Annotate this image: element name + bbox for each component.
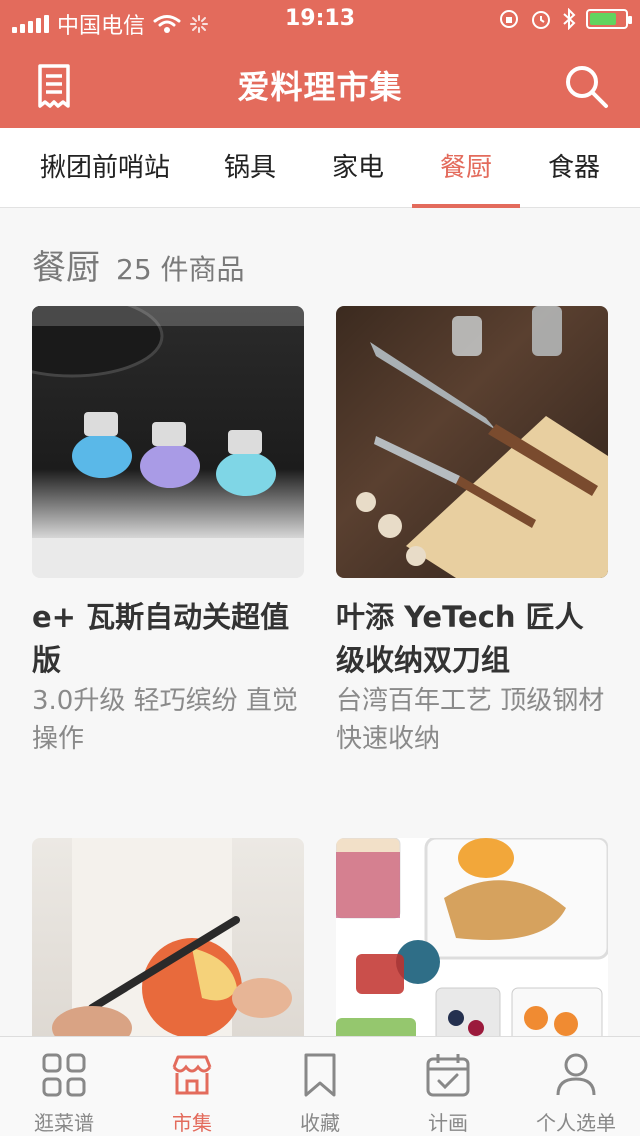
category-tabs: 揪团前哨站 锅具 家电 餐厨 食器: [0, 128, 640, 208]
section-header: 餐厨 25 件商品: [32, 240, 245, 289]
rotation-lock-icon: [500, 10, 518, 28]
tabbar-label: 个人选单: [536, 1111, 616, 1135]
tabbar-item-profile[interactable]: 个人选单: [512, 1037, 640, 1136]
bottom-tab-bar: 逛菜谱 市集 收藏 计画 个人选单: [0, 1036, 640, 1136]
search-icon: [566, 66, 608, 108]
person-icon: [556, 1053, 596, 1096]
product-card[interactable]: e+ 瓦斯自动关超值版 3.0升级 轻巧缤纷 直觉操作: [32, 306, 304, 758]
search-button[interactable]: [562, 62, 610, 110]
section-name: 餐厨: [32, 248, 100, 288]
product-title: 叶添 YeTech 匠人级收纳双刀组: [336, 600, 584, 677]
tabbar-label: 收藏: [300, 1111, 340, 1135]
tab-tableware[interactable]: 食器: [548, 128, 600, 208]
product-description: 台湾百年工艺 顶级钢材 快速收纳: [336, 686, 605, 754]
grid-icon: [42, 1053, 86, 1097]
status-bar: 中国电信 19:13: [0, 0, 640, 40]
tabbar-item-plan[interactable]: 计画: [384, 1037, 512, 1136]
tab-kitchenware[interactable]: 餐厨: [411, 128, 521, 208]
product-count: 25 件商品: [116, 253, 245, 286]
battery-icon: [586, 9, 632, 29]
product-image: [336, 306, 608, 578]
product-title: e+ 瓦斯自动关超值版: [32, 600, 290, 677]
tabbar-item-favorites[interactable]: 收藏: [256, 1037, 384, 1136]
tabbar-item-recipes[interactable]: 逛菜谱: [0, 1037, 128, 1136]
bluetooth-icon: [563, 8, 576, 30]
tabbar-label: 逛菜谱: [34, 1111, 94, 1135]
tabbar-label: 市集: [172, 1111, 212, 1135]
tab-cookware[interactable]: 锅具: [224, 128, 276, 208]
page-title: 爱料理市集: [237, 68, 403, 106]
tab-appliances[interactable]: 家电: [332, 128, 384, 208]
bookmark-icon: [304, 1053, 336, 1097]
product-description: 3.0升级 轻巧缤纷 直觉操作: [32, 686, 298, 754]
top-bar: 中国电信 19:13 爱料理市集: [0, 0, 640, 128]
nav-bar: 爱料理市集: [0, 40, 640, 128]
calendar-check-icon: [426, 1054, 470, 1097]
tabbar-label: 计画: [428, 1111, 468, 1135]
alarm-icon: [532, 11, 550, 29]
tabbar-item-market[interactable]: 市集: [128, 1037, 256, 1136]
product-image: [32, 306, 304, 578]
store-icon: [172, 1055, 212, 1095]
product-card[interactable]: 叶添 YeTech 匠人级收纳双刀组 台湾百年工艺 顶级钢材 快速收纳: [336, 306, 608, 758]
tab-group-buy[interactable]: 揪团前哨站: [40, 128, 170, 208]
